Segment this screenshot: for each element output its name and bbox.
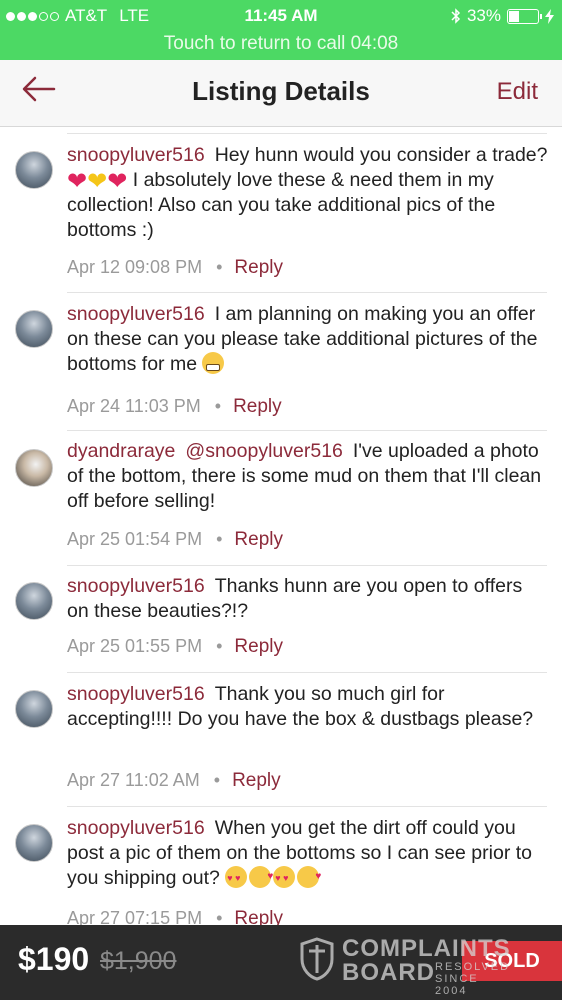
original-price: $1,900 <box>100 947 177 975</box>
comment-body: snoopyluver516 Thank you so much girl for… <box>67 682 548 732</box>
nav-bar: Listing Details Edit <box>0 60 562 127</box>
page-title: Listing Details <box>192 76 370 106</box>
divider <box>67 292 547 293</box>
heart-eyes-face-icon <box>273 866 296 891</box>
reply-button[interactable]: Reply <box>232 770 281 791</box>
status-right: 33% <box>451 6 554 26</box>
comment-username[interactable]: snoopyluver516 <box>67 144 205 166</box>
comment-date: Apr 24 11:03 PM <box>67 396 201 416</box>
comment-username[interactable]: snoopyluver516 <box>67 683 205 705</box>
reply-button[interactable]: Reply <box>234 908 283 925</box>
reply-button[interactable]: Reply <box>233 396 282 417</box>
avatar[interactable] <box>15 449 53 487</box>
comment-date: Apr 12 09:08 PM <box>67 257 203 277</box>
divider <box>67 565 547 566</box>
divider <box>67 672 547 673</box>
reply-button[interactable]: Reply <box>234 636 283 657</box>
comment-text: I absolutely love these & need them in m… <box>67 169 496 241</box>
battery-percent: 33% <box>466 6 501 25</box>
comment-date: Apr 25 01:54 PM <box>67 529 203 549</box>
comment-meta: Apr 27 11:02 AM • Reply <box>67 770 281 791</box>
comment-meta: Apr 25 01:54 PM • Reply <box>67 529 283 550</box>
edit-button[interactable]: Edit <box>497 78 538 106</box>
avatar[interactable] <box>15 151 53 189</box>
comment-body: snoopyluver516 Thanks hunn are you open t… <box>67 574 548 624</box>
shield-icon <box>300 937 334 981</box>
comment-body: snoopyluver516 I am planning on making yo… <box>67 302 548 377</box>
status-bar: AT&T LTE 11:45 AM 33% <box>0 0 562 32</box>
red-heart-icon: ❤ <box>67 168 88 195</box>
comment-text: Hey hunn would you consider a trade? <box>214 144 548 166</box>
return-to-call-banner[interactable]: Touch to return to call 04:08 <box>0 32 562 60</box>
kissing-face-icon <box>297 864 321 889</box>
divider <box>67 430 547 431</box>
comment-date: Apr 27 11:02 AM <box>67 770 200 790</box>
comment-meta: Apr 24 11:03 PM • Reply <box>67 396 282 417</box>
comment-date: Apr 27 07:15 PM <box>67 908 203 925</box>
comment-mention[interactable]: @snoopyluver516 <box>185 440 342 462</box>
price-bar: $190 $1,900 SOLD COMPLAINTS BOARD RESOLV… <box>0 925 562 1000</box>
red-heart-icon: ❤ <box>107 168 128 195</box>
charging-icon <box>545 8 554 24</box>
divider <box>67 806 547 807</box>
listing-price: $190 <box>18 941 90 977</box>
comment-username[interactable]: snoopyluver516 <box>67 817 205 839</box>
comment-username[interactable]: snoopyluver516 <box>67 575 205 597</box>
comment-date: Apr 25 01:55 PM <box>67 636 203 656</box>
yellow-heart-icon: ❤ <box>87 168 108 195</box>
avatar[interactable] <box>15 310 53 348</box>
comment-meta: Apr 27 07:15 PM • Reply <box>67 908 283 925</box>
comment-username[interactable]: dyandraraye <box>67 440 175 462</box>
comment-body: snoopyluver516 When you get the dirt off … <box>67 816 548 891</box>
divider <box>67 133 547 134</box>
grimacing-face-icon <box>202 352 225 374</box>
kissing-face-icon <box>249 864 273 889</box>
bluetooth-icon <box>451 8 461 24</box>
comment-body: dyandraraye @snoopyluver516 I've uploaded … <box>67 439 548 514</box>
avatar[interactable] <box>15 690 53 728</box>
watermark-logo: COMPLAINTS BOARD RESOLVED SINCE 2004 <box>300 935 515 997</box>
avatar[interactable] <box>15 582 53 620</box>
reply-button[interactable]: Reply <box>234 529 283 550</box>
comments-feed[interactable]: snoopyluver516 Hey hunn would you conside… <box>0 127 562 925</box>
comment-body: snoopyluver516 Hey hunn would you conside… <box>67 143 548 243</box>
heart-eyes-face-icon <box>225 866 248 891</box>
avatar[interactable] <box>15 824 53 862</box>
battery-icon <box>507 8 542 24</box>
comment-meta: Apr 25 01:55 PM • Reply <box>67 636 283 657</box>
comment-username[interactable]: snoopyluver516 <box>67 303 205 325</box>
reply-button[interactable]: Reply <box>234 257 283 278</box>
comment-meta: Apr 12 09:08 PM • Reply <box>67 257 283 278</box>
